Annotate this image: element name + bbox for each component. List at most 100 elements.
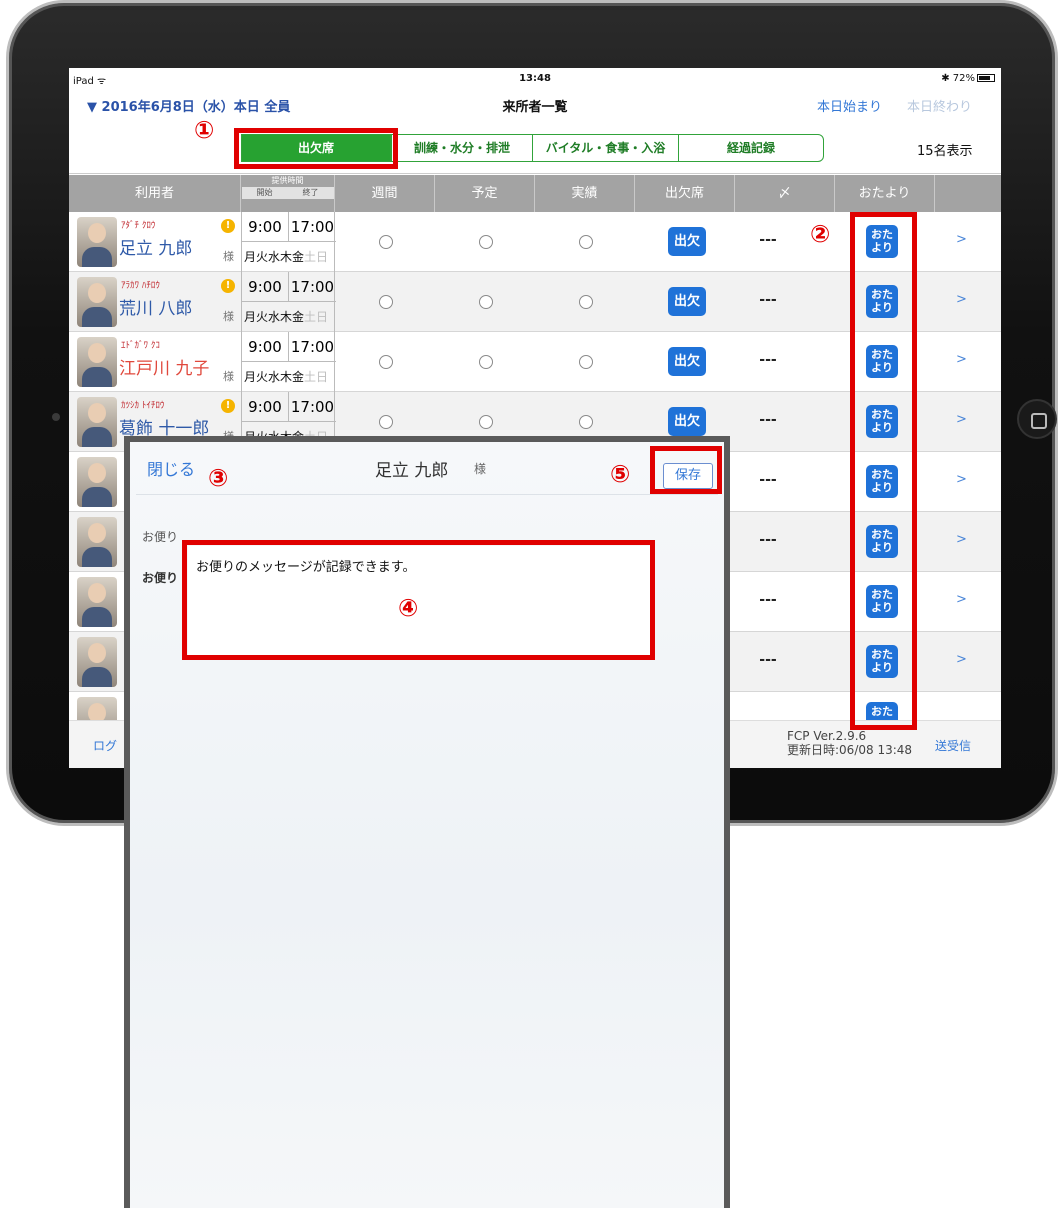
planned-circle-icon — [479, 235, 493, 249]
send-receive-button[interactable]: 送受信 — [935, 737, 971, 754]
time-start[interactable]: 9:00 — [242, 212, 289, 242]
check-value: --- — [759, 592, 777, 608]
time-end[interactable]: 17:00 — [289, 392, 336, 422]
version-label: FCP Ver.2.9.6 — [787, 729, 867, 743]
avatar — [77, 637, 117, 687]
weekly-circle-icon — [379, 235, 393, 249]
actual-circle-icon — [579, 415, 593, 429]
avatar — [77, 217, 117, 267]
time-end[interactable]: 17:00 — [289, 332, 336, 362]
warning-icon: ! — [221, 279, 235, 293]
updated-time: 更新日時:06/08 13:48 — [787, 743, 913, 757]
check-value: --- — [759, 292, 777, 308]
count-label: 15名表示 — [917, 144, 973, 159]
avatar — [77, 397, 117, 447]
planned-circle-icon — [479, 415, 493, 429]
chevron-right-icon[interactable]: > — [956, 532, 967, 547]
time-start[interactable]: 9:00 — [242, 272, 289, 302]
camera-icon — [52, 413, 60, 421]
weekdays: 月火水木金土日 — [244, 370, 329, 384]
attendance-button[interactable]: 出欠 — [668, 407, 706, 436]
weekly-circle-icon — [379, 355, 393, 369]
actual-circle-icon — [579, 355, 593, 369]
chevron-right-icon[interactable]: > — [956, 352, 967, 367]
marker-4: ④ — [398, 594, 419, 622]
annotation-box-4 — [182, 540, 655, 660]
warning-icon: ! — [221, 219, 235, 233]
check-value: --- — [759, 412, 777, 428]
marker-2: ② — [810, 220, 831, 248]
user-name: 荒川 八郎 — [119, 299, 193, 319]
weekdays: 月火水木金土日 — [244, 310, 329, 324]
battery-status: ✱ 72% — [941, 73, 995, 84]
col-note: おたより — [835, 175, 935, 212]
col-weekly: 週間 — [335, 175, 435, 212]
marker-5: ⑤ — [610, 460, 631, 488]
service-time: 9:00 17:00 月火水木金土日 — [241, 272, 336, 332]
segment-vital[interactable]: バイタル・食事・入浴 — [532, 134, 679, 162]
actual-circle-icon — [579, 295, 593, 309]
section-label: お便り — [142, 530, 179, 544]
service-time: 9:00 17:00 月火水木金土日 — [241, 212, 336, 272]
time-end[interactable]: 17:00 — [289, 212, 336, 242]
user-kana: ｱﾗｶﾜ ﾊﾁﾛｳ — [121, 281, 160, 291]
chevron-right-icon[interactable]: > — [956, 472, 967, 487]
table-header: 利用者 提供時間 開始 終了 週間 予定 実績 出欠席 〆 おたより — [69, 175, 1001, 212]
chevron-right-icon[interactable]: > — [956, 292, 967, 307]
time-start[interactable]: 9:00 — [242, 332, 289, 362]
col-check: 〆 — [735, 175, 835, 212]
battery-icon — [977, 74, 995, 82]
clock: 13:48 — [519, 73, 551, 84]
attendance-button[interactable]: 出欠 — [668, 287, 706, 316]
col-planned: 予定 — [435, 175, 535, 212]
col-attendance: 出欠席 — [635, 175, 735, 212]
col-time: 提供時間 開始 終了 — [241, 175, 335, 212]
time-start[interactable]: 9:00 — [242, 392, 289, 422]
user-name: 足立 九郎 — [119, 239, 193, 259]
attendance-button[interactable]: 出欠 — [668, 347, 706, 376]
annotation-box-1 — [234, 128, 398, 169]
marker-3: ③ — [208, 464, 229, 492]
segment-training[interactable]: 訓練・水分・排泄 — [391, 134, 533, 162]
chevron-right-icon[interactable]: > — [956, 652, 967, 667]
time-end[interactable]: 17:00 — [289, 272, 336, 302]
check-value: --- — [759, 652, 777, 668]
field-label: お便り — [142, 571, 179, 585]
start-of-day-button[interactable]: 本日始まり — [817, 96, 882, 115]
col-actual: 実績 — [535, 175, 635, 212]
avatar — [77, 337, 117, 387]
modal-user-name: 足立 九郎 — [375, 461, 449, 481]
user-name: 江戸川 九子 — [119, 359, 210, 379]
chevron-right-icon[interactable]: > — [956, 412, 967, 427]
user-kana: ｴﾄﾞｶﾞﾜ ｸｺ — [121, 341, 160, 351]
user-kana: ｶﾂｼｶ ﾄｲﾁﾛｳ — [121, 401, 165, 411]
actual-circle-icon — [579, 235, 593, 249]
divider — [136, 494, 718, 495]
weekly-circle-icon — [379, 295, 393, 309]
check-value: --- — [759, 472, 777, 488]
warning-icon: ! — [221, 399, 235, 413]
attendance-button[interactable]: 出欠 — [668, 227, 706, 256]
home-button[interactable] — [1017, 399, 1057, 439]
close-button[interactable]: 閉じる — [147, 456, 195, 480]
col-time-end: 終了 — [287, 187, 334, 199]
check-value: --- — [759, 352, 777, 368]
col-user: 利用者 — [69, 175, 241, 212]
end-of-day-button[interactable]: 本日終わり — [907, 96, 972, 115]
avatar — [77, 457, 117, 507]
modal-honorific: 様 — [474, 462, 487, 476]
chevron-right-icon[interactable]: > — [956, 232, 967, 247]
status-bar: iPad ᯤ 13:48 ✱ 72% — [69, 68, 1001, 88]
segment-progress[interactable]: 経過記録 — [678, 134, 824, 162]
avatar — [77, 277, 117, 327]
weekdays: 月火水木金土日 — [244, 250, 329, 264]
annotation-box-5 — [650, 446, 722, 494]
honorific: 様 — [223, 250, 234, 263]
planned-circle-icon — [479, 355, 493, 369]
chevron-right-icon[interactable]: > — [956, 592, 967, 607]
planned-circle-icon — [479, 295, 493, 309]
logout-button[interactable]: ログ — [93, 737, 117, 754]
col-time-start: 開始 — [241, 187, 288, 199]
col-time-title: 提供時間 — [271, 176, 304, 185]
avatar — [77, 577, 117, 627]
